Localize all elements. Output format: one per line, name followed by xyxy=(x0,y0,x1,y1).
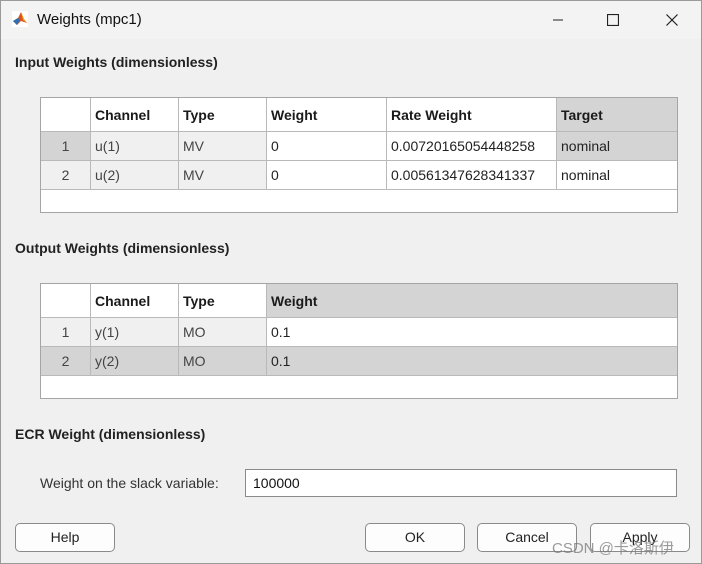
header-channel: Channel xyxy=(91,284,179,318)
header-weight: Weight xyxy=(267,284,677,318)
weight-cell[interactable]: 0.1 xyxy=(267,318,677,347)
weight-cell[interactable]: 0 xyxy=(267,161,387,190)
type-cell[interactable]: MO xyxy=(179,318,267,347)
output-weights-table: Channel Type Weight 1 y(1) MO 0.1 2 y(2)… xyxy=(40,283,678,399)
rate-weight-cell[interactable]: 0.00561347628341337 xyxy=(387,161,557,190)
table-header-row: Channel Type Weight Rate Weight Target xyxy=(41,98,677,132)
ok-button[interactable]: OK xyxy=(365,523,465,552)
maximize-icon xyxy=(607,14,619,26)
table-row[interactable]: 1 u(1) MV 0 0.00720165054448258 nominal xyxy=(41,132,677,161)
close-button[interactable] xyxy=(645,1,699,39)
window-title: Weights (mpc1) xyxy=(37,11,142,28)
row-number[interactable]: 2 xyxy=(41,347,91,376)
table-row[interactable]: 2 y(2) MO 0.1 xyxy=(41,347,677,376)
header-rate-weight: Rate Weight xyxy=(387,98,557,132)
weight-cell[interactable]: 0 xyxy=(267,132,387,161)
minimize-icon xyxy=(553,19,563,21)
header-target: Target xyxy=(557,98,677,132)
slack-weight-input[interactable]: 100000 xyxy=(245,469,677,497)
row-number[interactable]: 1 xyxy=(41,318,91,347)
help-button[interactable]: Help xyxy=(15,523,115,552)
row-number[interactable]: 1 xyxy=(41,132,91,161)
input-weights-table: Channel Type Weight Rate Weight Target 1… xyxy=(40,97,678,213)
output-weights-title: Output Weights (dimensionless) xyxy=(15,240,230,256)
row-number[interactable]: 2 xyxy=(41,161,91,190)
channel-cell[interactable]: u(1) xyxy=(91,132,179,161)
channel-cell[interactable]: y(1) xyxy=(91,318,179,347)
ecr-weight-title: ECR Weight (dimensionless) xyxy=(15,426,206,442)
minimize-button[interactable] xyxy=(531,1,585,39)
header-rownum xyxy=(41,284,91,318)
close-icon xyxy=(666,14,678,26)
type-cell[interactable]: MO xyxy=(179,347,267,376)
header-weight: Weight xyxy=(267,98,387,132)
title-bar[interactable]: Weights (mpc1) xyxy=(1,1,701,39)
watermark: CSDN @卡洛斯伊 xyxy=(552,540,674,557)
header-rownum xyxy=(41,98,91,132)
type-cell[interactable]: MV xyxy=(179,132,267,161)
input-weights-title: Input Weights (dimensionless) xyxy=(15,54,218,70)
maximize-button[interactable] xyxy=(586,1,640,39)
weights-dialog: Weights (mpc1) Input Weights (dimensionl… xyxy=(0,0,702,564)
slack-weight-label: Weight on the slack variable: xyxy=(40,475,219,491)
target-cell[interactable]: nominal xyxy=(557,132,677,161)
channel-cell[interactable]: y(2) xyxy=(91,347,179,376)
channel-cell[interactable]: u(2) xyxy=(91,161,179,190)
matlab-logo-icon xyxy=(12,11,28,27)
rate-weight-cell[interactable]: 0.00720165054448258 xyxy=(387,132,557,161)
weight-cell[interactable]: 0.1 xyxy=(267,347,677,376)
header-channel: Channel xyxy=(91,98,179,132)
header-type: Type xyxy=(179,284,267,318)
table-header-row: Channel Type Weight xyxy=(41,284,677,318)
table-row[interactable]: 2 u(2) MV 0 0.00561347628341337 nominal xyxy=(41,161,677,190)
header-type: Type xyxy=(179,98,267,132)
type-cell[interactable]: MV xyxy=(179,161,267,190)
table-row[interactable]: 1 y(1) MO 0.1 xyxy=(41,318,677,347)
target-cell[interactable]: nominal xyxy=(557,161,677,190)
